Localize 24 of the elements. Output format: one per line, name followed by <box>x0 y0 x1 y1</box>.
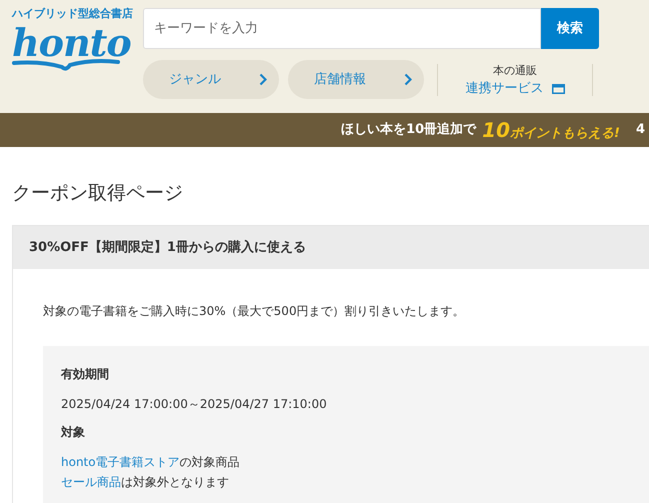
detail-heading: 対象 <box>61 424 86 441</box>
banner-highlight: 10ポイントもらえる! <box>482 117 620 144</box>
logo[interactable]: honto <box>12 23 131 73</box>
window-icon <box>552 84 564 94</box>
service-link[interactable]: 本の通販 連携サービス <box>438 62 592 98</box>
promo-banner[interactable]: ほしい本を10冊追加で 10ポイントもらえる! 4 <box>0 113 649 147</box>
coupon-title: 30%OFF【期間限定】1冊からの購入に使える <box>29 238 306 257</box>
banner-text: ほしい本を10冊追加で <box>341 121 476 140</box>
logo-tagline: ハイブリッド型総合書店 <box>12 7 133 21</box>
detail-text: は対象外となります <box>121 474 229 491</box>
coupon-description: 対象の電子書籍をご購入時に30%（最大で500円まで）割り引きいたします。 <box>43 303 466 320</box>
chevron-icon <box>259 73 267 86</box>
text-link[interactable]: honto電子書籍ストア <box>61 452 180 472</box>
nav-button[interactable]: 店舗情報 <box>288 60 424 99</box>
detail-text: 2025/04/24 17:00:00～2025/04/27 17:10:00 <box>61 396 328 413</box>
detail-text: の対象商品 <box>180 454 240 471</box>
search-field[interactable]: キーワードを入力 <box>143 8 541 49</box>
text-link[interactable]: セール商品 <box>61 472 121 492</box>
detail-heading: 有効期間 <box>61 366 110 383</box>
page-title: クーポン取得ページ <box>12 181 184 206</box>
search-button[interactable]: 検索 <box>541 8 599 49</box>
chevron-icon <box>404 73 412 86</box>
nav-button[interactable]: ジャンル <box>143 60 279 99</box>
banner-text: 4 <box>636 121 645 140</box>
